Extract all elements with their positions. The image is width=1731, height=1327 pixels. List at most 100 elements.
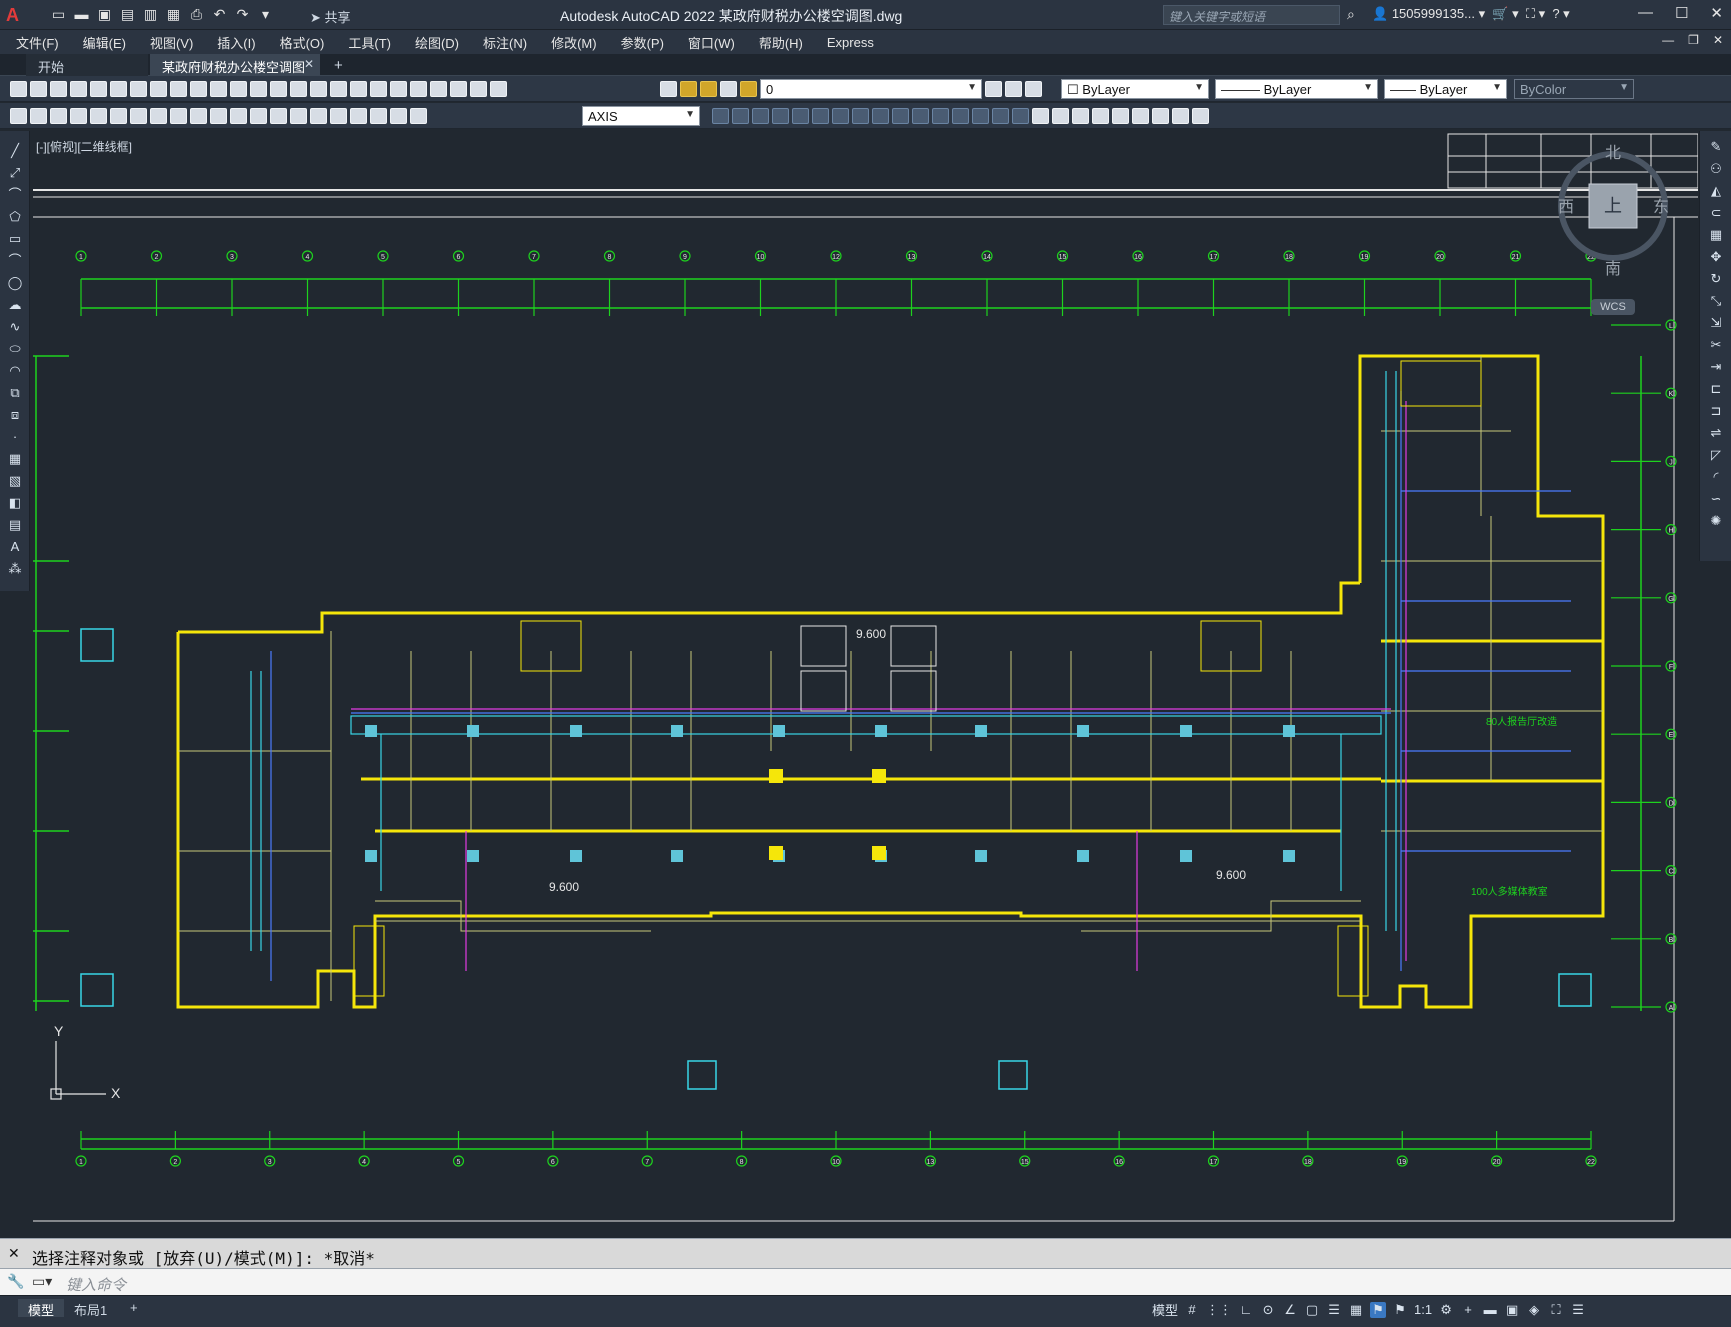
make-current-icon[interactable] — [985, 81, 1002, 97]
ellipse-icon[interactable]: ⬭ — [7, 341, 23, 357]
join-side-icon[interactable]: ⇌ — [1708, 425, 1724, 441]
revcloud-icon[interactable]: ☁ — [7, 297, 23, 313]
fillet-side-icon[interactable]: ◜ — [1708, 469, 1724, 485]
viewcube[interactable]: 北 南 西 东 上 WCS — [1553, 140, 1673, 319]
dim-update-icon[interactable] — [390, 108, 407, 124]
layer-freeze-icon[interactable] — [700, 81, 717, 97]
scale-icon[interactable] — [852, 108, 869, 124]
make-block-icon[interactable]: ⧈ — [7, 407, 23, 423]
break-side-icon[interactable]: ⊐ — [1708, 403, 1724, 419]
command-input[interactable]: 键入命令 — [66, 1274, 126, 1295]
color-dropdown[interactable]: ☐ ByLayer ▼ — [1061, 79, 1209, 99]
polyline-icon[interactable]: ⌒ — [7, 187, 23, 203]
save-icon[interactable]: ▣ — [96, 6, 113, 23]
close-icon[interactable]: ✕ — [1710, 4, 1723, 22]
menu-file[interactable]: 文件(F) — [16, 33, 59, 52]
cut-icon[interactable] — [150, 81, 167, 97]
sheet-set-icon[interactable] — [430, 81, 447, 97]
insert-block-icon[interactable]: ⧉ — [7, 385, 23, 401]
point-icon[interactable]: · — [7, 429, 23, 445]
tab-close-icon[interactable]: ✕ — [304, 57, 314, 71]
trim-icon[interactable] — [892, 108, 909, 124]
mtext-icon[interactable]: A — [7, 539, 23, 555]
rotate-side-icon[interactable]: ↻ — [1708, 271, 1724, 287]
customize-qat-icon[interactable]: ▾ — [257, 6, 274, 23]
menu-draw[interactable]: 绘图(D) — [415, 33, 459, 52]
explode-side-icon[interactable]: ✺ — [1708, 513, 1724, 529]
dim-ordinate-icon[interactable] — [70, 108, 87, 124]
osnap-icon[interactable]: ▢ — [1304, 1302, 1320, 1318]
add-layout-button[interactable]: + — [120, 1299, 148, 1317]
dim-text-edit-icon[interactable] — [370, 108, 387, 124]
mirror-side-icon[interactable]: ◭ — [1708, 183, 1724, 199]
workspace-gear-icon[interactable]: ⚙ — [1438, 1302, 1454, 1318]
layer-dropdown[interactable]: 0 ▼ — [760, 79, 982, 99]
menu-express[interactable]: Express — [827, 35, 874, 50]
layer-previous-icon[interactable] — [1005, 81, 1022, 97]
open-file-icon[interactable]: ▬ — [73, 6, 90, 23]
user-account[interactable]: 👤 1505999135... ▾ 🛒 ▾ ⛶ ▾ ? ▾ — [1372, 6, 1570, 22]
grid-icon[interactable]: # — [1184, 1302, 1200, 1317]
tab-start[interactable]: 开始 — [26, 54, 148, 76]
clean-screen-icon[interactable]: ⛶ — [1548, 1302, 1564, 1318]
menu-parametric[interactable]: 参数(P) — [621, 33, 664, 52]
tab-layout1[interactable]: 布局1 — [64, 1299, 117, 1318]
join-icon[interactable] — [952, 108, 969, 124]
zoom-window-icon[interactable] — [330, 81, 347, 97]
clip-icon[interactable] — [1172, 108, 1189, 124]
zoom-previous-icon[interactable] — [350, 81, 367, 97]
dim-jogged-icon[interactable] — [110, 108, 127, 124]
move-side-icon[interactable]: ✥ — [1708, 249, 1724, 265]
plot-icon-2[interactable] — [70, 81, 87, 97]
image-icon[interactable] — [1152, 108, 1169, 124]
erase-icon[interactable] — [712, 108, 729, 124]
array-side-icon[interactable]: ▦ — [1708, 227, 1724, 243]
group-edit-icon[interactable] — [1092, 108, 1109, 124]
blend-side-icon[interactable]: ∽ — [1708, 491, 1724, 507]
new-tab-button[interactable]: + — [334, 57, 343, 74]
design-center-icon[interactable] — [390, 81, 407, 97]
chamfer-icon[interactable] — [972, 108, 989, 124]
open-icon[interactable] — [30, 81, 47, 97]
ortho-icon[interactable]: ∟ — [1238, 1302, 1254, 1317]
new-file-icon[interactable]: ▭ — [50, 6, 67, 23]
undo-icon[interactable]: ↶ — [211, 6, 228, 23]
center-mark-icon[interactable] — [290, 108, 307, 124]
compass-west[interactable]: 西 — [1558, 197, 1574, 216]
redo-icon[interactable]: ↷ — [234, 6, 251, 23]
extend-side-icon[interactable]: ⇥ — [1708, 359, 1724, 375]
markup-icon[interactable] — [450, 81, 467, 97]
autocad-logo-icon[interactable]: A — [6, 4, 28, 26]
group-icon[interactable] — [1052, 108, 1069, 124]
zoom-realtime-icon[interactable] — [310, 81, 327, 97]
tolerance-icon[interactable] — [270, 108, 287, 124]
isolate-objects-icon[interactable]: ◈ — [1526, 1302, 1542, 1318]
copy-obj-icon[interactable] — [732, 108, 749, 124]
break-point-icon[interactable]: ⊏ — [1708, 381, 1724, 397]
publish-icon[interactable] — [110, 81, 127, 97]
lineweight-dropdown[interactable]: —— ByLayer ▼ — [1384, 79, 1507, 99]
mirror-icon[interactable] — [752, 108, 769, 124]
polygon-icon[interactable]: ⬠ — [7, 209, 23, 225]
doc-restore-icon[interactable]: ❐ — [1688, 33, 1699, 47]
xref-icon[interactable] — [1132, 108, 1149, 124]
rotate-icon[interactable] — [832, 108, 849, 124]
open-web-icon[interactable]: ▥ — [142, 6, 159, 23]
extend-icon[interactable] — [912, 108, 929, 124]
dim-diameter-icon[interactable] — [130, 108, 147, 124]
3dprint-icon[interactable] — [130, 81, 147, 97]
wcs-menu[interactable]: WCS — [1591, 299, 1635, 315]
tab-model[interactable]: 模型 — [18, 1299, 65, 1318]
compass-north[interactable]: 北 — [1605, 143, 1621, 162]
menu-help[interactable]: 帮助(H) — [759, 33, 803, 52]
rectangle-icon[interactable]: ▭ — [7, 231, 23, 247]
dim-continue-icon[interactable] — [210, 108, 227, 124]
dim-linear-icon[interactable] — [10, 108, 27, 124]
inspection-icon[interactable] — [310, 108, 327, 124]
menu-modify[interactable]: 修改(M) — [551, 33, 597, 52]
layer-on-icon[interactable] — [680, 81, 697, 97]
qdim-icon[interactable] — [170, 108, 187, 124]
paste-icon[interactable] — [190, 81, 207, 97]
arc-icon[interactable]: ⌒ — [7, 253, 23, 269]
layer-properties-icon[interactable] — [660, 81, 677, 97]
